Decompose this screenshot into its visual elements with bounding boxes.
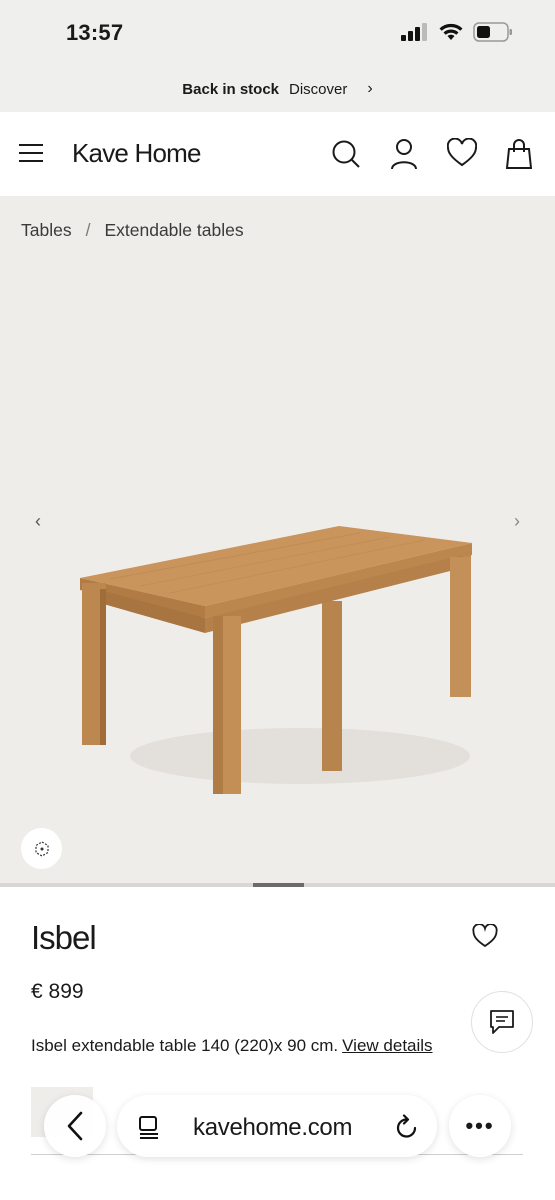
- menu-icon[interactable]: [18, 142, 44, 164]
- product-image: [80, 526, 472, 794]
- gallery-next-arrow[interactable]: ›: [514, 511, 520, 532]
- brand-logo[interactable]: Kave Home: [72, 138, 201, 169]
- product-price: € 899: [31, 980, 84, 1003]
- wifi-icon: [439, 23, 463, 40]
- chat-button[interactable]: [471, 991, 533, 1053]
- product-gallery[interactable]: Tables / Extendable tables ‹ ›: [0, 196, 555, 886]
- promo-bar[interactable]: Back in stock Discover ›: [0, 66, 555, 112]
- wishlist-heart-icon[interactable]: [472, 924, 498, 948]
- breadcrumb: Tables / Extendable tables: [21, 220, 244, 241]
- breadcrumb-item-extendable-tables[interactable]: Extendable tables: [104, 220, 243, 241]
- breadcrumb-item-tables[interactable]: Tables: [21, 220, 72, 241]
- chevron-right-icon: ›: [367, 80, 373, 97]
- address-bar[interactable]: kavehome.com: [117, 1095, 437, 1157]
- ar-view-button[interactable]: [21, 828, 62, 869]
- header-actions: [331, 138, 533, 170]
- reader-icon[interactable]: [137, 1115, 161, 1139]
- status-time: 13:57: [66, 20, 124, 45]
- url-text: kavehome.com: [193, 1114, 353, 1141]
- product-description: Isbel extendable table 140 (220)x 90 cm.…: [31, 1036, 433, 1056]
- chevron-left-icon: [67, 1111, 83, 1141]
- gallery-prev-arrow[interactable]: ‹: [35, 511, 41, 532]
- breadcrumb-separator: /: [85, 220, 91, 240]
- signal-icon: [401, 23, 427, 41]
- status-bar: 13:57: [0, 0, 555, 66]
- site-header: Kave Home: [0, 112, 555, 196]
- chat-icon: [490, 1010, 514, 1034]
- promo-discover-link[interactable]: Discover: [289, 81, 347, 98]
- more-options-button[interactable]: •••: [449, 1095, 511, 1157]
- product-title: Isbel: [31, 919, 97, 956]
- heart-icon[interactable]: [447, 138, 477, 170]
- browser-back-button[interactable]: [44, 1095, 106, 1157]
- ar-view-icon: [34, 840, 49, 857]
- view-details-link[interactable]: View details: [342, 1036, 432, 1055]
- user-icon[interactable]: [389, 138, 419, 170]
- product-description-text: Isbel extendable table 140 (220)x 90 cm.: [31, 1036, 339, 1055]
- status-icons: [401, 22, 513, 42]
- browser-toolbar: kavehome.com •••: [0, 1090, 555, 1160]
- battery-icon: [473, 22, 512, 42]
- reload-icon[interactable]: [395, 1114, 419, 1140]
- bag-icon[interactable]: [505, 138, 533, 170]
- search-icon[interactable]: [331, 138, 361, 170]
- promo-label: Back in stock: [182, 80, 280, 98]
